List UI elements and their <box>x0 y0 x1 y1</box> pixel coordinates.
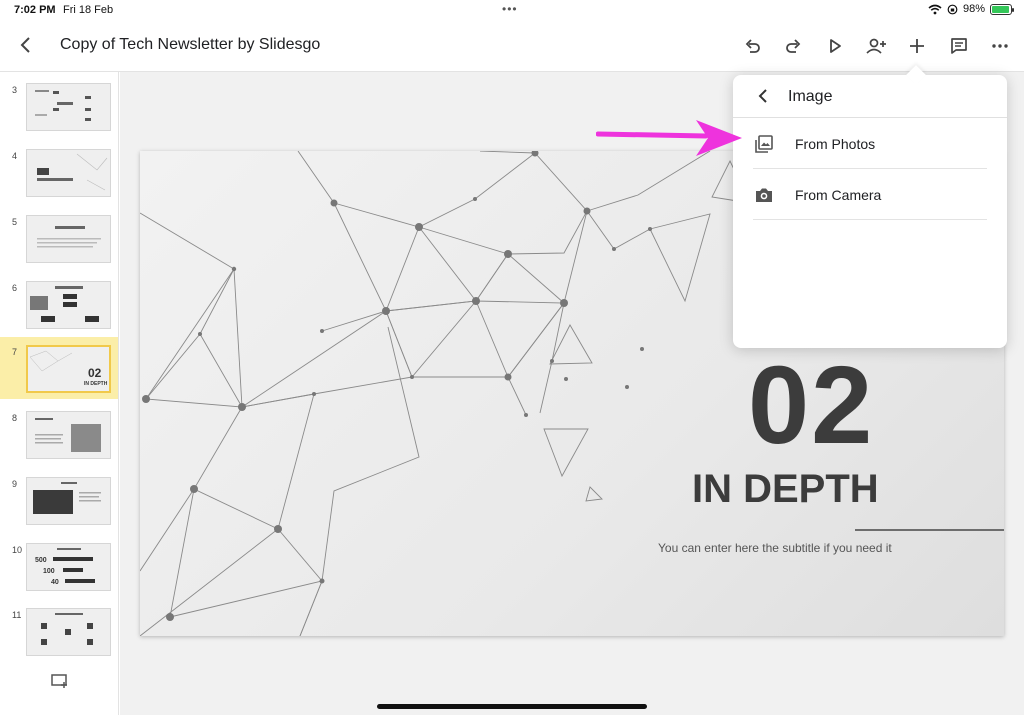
multitasking-dots-icon[interactable]: ••• <box>502 2 518 16</box>
svg-text:40: 40 <box>51 579 59 586</box>
slide-preview: 500 100 40 <box>26 543 111 591</box>
svg-text:IN DEPTH: IN DEPTH <box>84 381 108 387</box>
orientation-lock-icon <box>947 4 958 14</box>
from-photos-option[interactable]: From Photos <box>733 118 1007 169</box>
slide-thumbnail-3[interactable]: 3 <box>0 75 118 137</box>
popover-header: Image <box>733 75 1007 118</box>
top-toolbar: Copy of Tech Newsletter by Slidesgo <box>0 20 1024 72</box>
annotation-arrow-icon <box>596 120 742 156</box>
battery-percent: 98% <box>962 3 985 15</box>
photos-icon <box>755 135 773 153</box>
slide-number: 8 <box>12 413 18 423</box>
undo-icon[interactable] <box>740 33 766 59</box>
add-slide-icon[interactable] <box>50 672 70 690</box>
slide-thumbnail-4[interactable]: 4 <box>0 141 118 203</box>
home-indicator[interactable] <box>377 704 647 709</box>
redo-icon[interactable] <box>780 33 806 59</box>
slide-section-number[interactable]: 02 <box>748 351 874 461</box>
back-icon[interactable] <box>14 33 38 57</box>
more-icon[interactable] <box>987 33 1013 59</box>
insert-image-popover: Image From Photos From Camera <box>733 75 1007 348</box>
from-photos-label: From Photos <box>795 136 876 152</box>
slide-preview <box>26 411 111 459</box>
slide-preview <box>26 215 111 263</box>
from-camera-option[interactable]: From Camera <box>733 169 1007 220</box>
slide-thumbnails-panel: 3 4 5 6 7 02 IN DEPTH 8 9 10 500 100 40 … <box>0 72 119 715</box>
status-time: 7:02 PM <box>14 4 56 16</box>
slide-divider <box>855 529 1004 531</box>
slide-thumbnail-7[interactable]: 7 02 IN DEPTH <box>0 337 118 399</box>
slide-number: 11 <box>12 610 22 620</box>
slide-preview <box>26 608 111 656</box>
slide-number: 7 <box>12 347 18 357</box>
svg-text:500: 500 <box>35 557 47 564</box>
slide-heading[interactable]: IN DEPTH <box>692 469 879 509</box>
slide-preview <box>26 149 111 197</box>
status-date: Fri 18 Feb <box>63 4 114 16</box>
slide-thumbnail-8[interactable]: 8 <box>0 403 118 465</box>
slide-preview <box>26 281 111 329</box>
slide-subtitle[interactable]: You can enter here the subtitle if you n… <box>658 541 892 555</box>
camera-icon <box>756 188 772 202</box>
slide-thumbnail-10[interactable]: 10 500 100 40 <box>0 535 118 597</box>
from-camera-label: From Camera <box>795 187 882 203</box>
slide-thumbnail-6[interactable]: 6 <box>0 273 118 335</box>
comment-icon[interactable] <box>946 33 972 59</box>
battery-icon <box>990 3 1014 15</box>
status-bar: 7:02 PM Fri 18 Feb ••• 98% <box>0 0 1024 20</box>
add-person-icon[interactable] <box>863 33 889 59</box>
wifi-icon <box>928 4 942 14</box>
slide-preview: 02 IN DEPTH <box>26 345 111 393</box>
svg-text:100: 100 <box>43 568 55 575</box>
popover-back-icon[interactable] <box>755 87 773 105</box>
slide-preview <box>26 83 111 131</box>
slide-preview <box>26 477 111 525</box>
slide-thumbnail-5[interactable]: 5 <box>0 207 118 269</box>
plus-icon[interactable] <box>904 33 930 59</box>
slide-number: 4 <box>12 151 18 161</box>
slide-number: 5 <box>12 217 18 227</box>
slide-thumbnail-9[interactable]: 9 <box>0 469 118 531</box>
document-title[interactable]: Copy of Tech Newsletter by Slidesgo <box>60 36 320 54</box>
popover-title: Image <box>788 88 833 105</box>
slide-thumbnail-11[interactable]: 11 <box>0 600 118 662</box>
slide-number: 9 <box>12 479 18 489</box>
status-right: 98% <box>928 3 1014 15</box>
slide-number: 10 <box>12 545 23 555</box>
play-icon[interactable] <box>822 33 848 59</box>
svg-text:02: 02 <box>88 366 102 380</box>
divider <box>753 219 987 220</box>
slide-number: 3 <box>12 85 18 95</box>
slide-number: 6 <box>12 283 18 293</box>
